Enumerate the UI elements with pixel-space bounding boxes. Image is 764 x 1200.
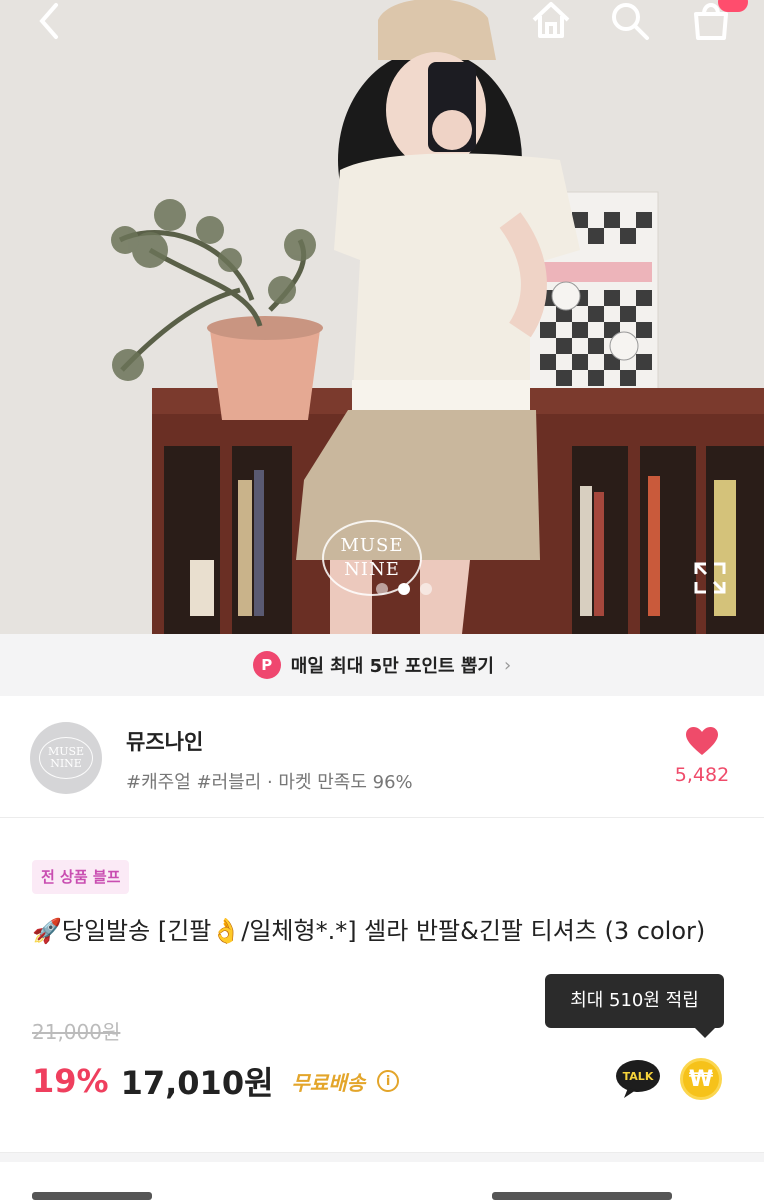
free-shipping-label: 무료배송 bbox=[291, 1070, 366, 1095]
top-navigation-bar bbox=[0, 0, 764, 60]
peek-text bbox=[32, 1192, 152, 1200]
shop-tags-satisfaction: #캐주얼 #러블리 · 마켓 만족도 96% bbox=[126, 772, 413, 793]
shop-like-button[interactable]: 5,482 bbox=[660, 726, 744, 786]
back-icon[interactable] bbox=[22, 0, 76, 48]
sale-price: 17,010원 bbox=[120, 1064, 274, 1102]
original-price: 21,000원 bbox=[32, 1020, 121, 1044]
shop-logo: MUSE NINE bbox=[39, 737, 93, 779]
point-badge-icon: P bbox=[252, 651, 281, 679]
reward-point-button[interactable]: ₩ bbox=[680, 1058, 722, 1100]
watermark-line-1: MUSE bbox=[340, 535, 404, 556]
discount-rate: 19% bbox=[32, 1062, 109, 1100]
point-event-banner[interactable]: P 매일 최대 5만 포인트 뽑기 › bbox=[0, 634, 764, 696]
shop-name[interactable]: 뮤즈나인 bbox=[126, 726, 203, 756]
info-icon[interactable]: i bbox=[377, 1070, 400, 1092]
talk-label: TALK bbox=[623, 1070, 654, 1083]
shop-info-row[interactable]: MUSE NINE 뮤즈나인 #캐주얼 #러블리 · 마켓 만족도 96% 5,… bbox=[0, 696, 764, 818]
reward-tooltip: 최대 510원 적립 bbox=[545, 974, 724, 1038]
carousel-dot[interactable] bbox=[376, 583, 388, 595]
talk-icon: TALK bbox=[616, 1060, 660, 1098]
kakao-talk-button[interactable]: TALK bbox=[614, 1058, 662, 1100]
carousel-indicator bbox=[376, 583, 432, 595]
section-divider bbox=[0, 1152, 764, 1162]
cart-count-badge bbox=[718, 0, 748, 12]
carousel-dot[interactable] bbox=[420, 583, 432, 595]
chevron-right-icon: › bbox=[504, 654, 512, 676]
product-image-carousel[interactable]: MUSE NINE bbox=[0, 0, 764, 634]
expand-fullscreen-icon[interactable] bbox=[690, 558, 730, 598]
next-section-peek bbox=[32, 1188, 732, 1200]
product-title: 🚀당일발송 [긴팔👌/일체형*.*] 셀라 반팔&긴팔 티셔츠 (3 color… bbox=[32, 917, 706, 945]
search-icon[interactable] bbox=[603, 0, 657, 48]
shop-logo-line-2: NINE bbox=[50, 757, 82, 770]
promo-tag: 전 상품 블프 bbox=[32, 860, 130, 894]
carousel-dot-active[interactable] bbox=[398, 583, 410, 595]
point-banner-text: 매일 최대 5만 포인트 뽑기 bbox=[290, 656, 494, 677]
price-row: 19% 17,010원 무료배송 i bbox=[32, 1058, 400, 1104]
shop-avatar[interactable]: MUSE NINE bbox=[30, 722, 102, 794]
home-icon[interactable] bbox=[524, 0, 578, 48]
heart-icon bbox=[686, 727, 718, 755]
like-count: 5,482 bbox=[674, 764, 730, 786]
watermark-line-2: NINE bbox=[344, 559, 400, 580]
peek-text bbox=[492, 1192, 672, 1200]
